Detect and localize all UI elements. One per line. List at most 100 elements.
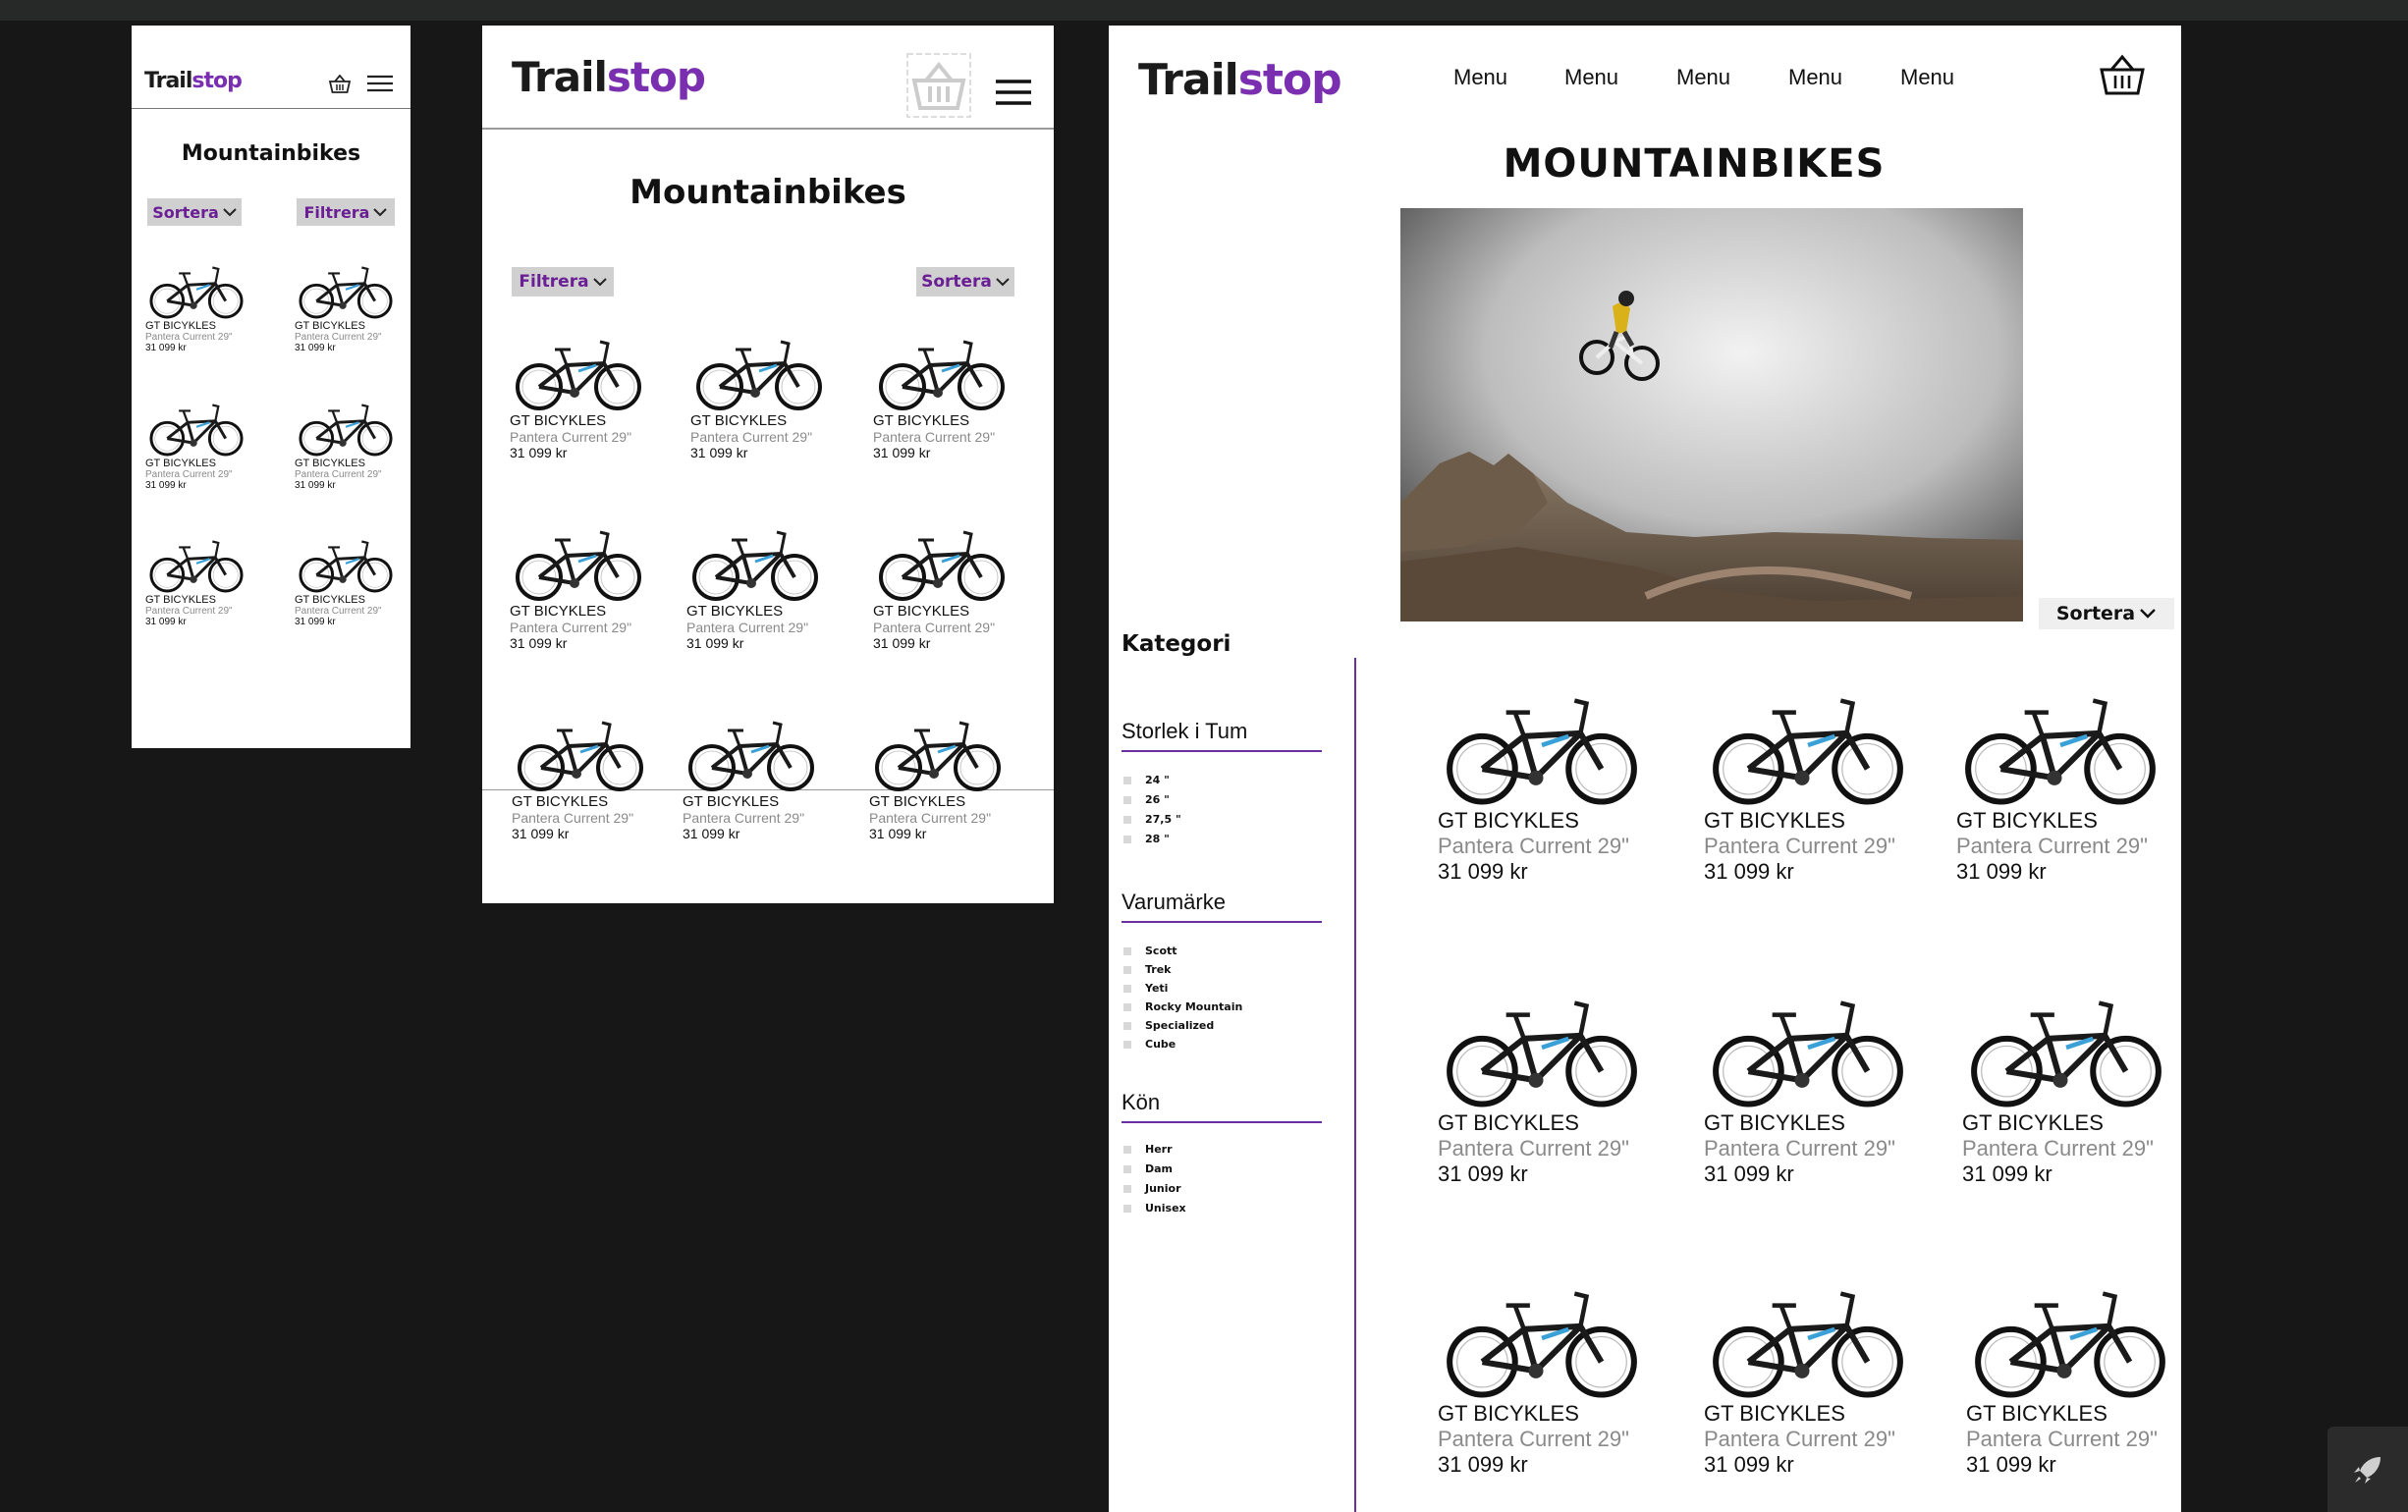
checkbox[interactable]	[1123, 1040, 1131, 1049]
logo[interactable]: Trailstop	[512, 53, 706, 101]
filter-option[interactable]: Yeti	[1123, 982, 1168, 995]
nav-menu-5[interactable]: Menu	[1900, 65, 1954, 90]
sort-button[interactable]: Sortera	[2039, 598, 2174, 629]
product-model: Pantera Current 29"	[869, 810, 992, 826]
product-card[interactable]: GT BICYKLES Pantera Current 29" 31 099 kr	[145, 537, 247, 627]
filter-label: Filtrera	[303, 202, 370, 222]
bike-image	[1447, 1291, 1637, 1398]
product-brand: GT BICYKLES	[145, 320, 216, 332]
product-card[interactable]: GT BICYKLES Pantera Current 29" 31 099 kr	[1438, 691, 1646, 885]
checkbox[interactable]	[1123, 1021, 1131, 1030]
filter-option[interactable]: 27,5 "	[1123, 813, 1181, 826]
sort-label: Sortera	[2055, 603, 2136, 624]
product-card[interactable]: GT BICYKLES Pantera Current 29" 31 099 kr	[690, 336, 828, 460]
filter-option[interactable]: Rocky Mountain	[1123, 1000, 1242, 1013]
rocket-button[interactable]	[2327, 1427, 2408, 1512]
product-card[interactable]: GT BICYKLES Pantera Current 29" 31 099 kr	[873, 526, 1011, 651]
product-price: 31 099 kr	[295, 480, 336, 491]
product-model: Pantera Current 29"	[1962, 1136, 2154, 1161]
product-card[interactable]: GT BICYKLES Pantera Current 29" 31 099 kr	[1438, 994, 1646, 1187]
filter-option[interactable]: Scott	[1123, 945, 1177, 957]
basket-icon[interactable]	[328, 73, 352, 99]
product-card[interactable]: GT BICYKLES Pantera Current 29" 31 099 kr	[686, 526, 824, 651]
product-brand: GT BICYKLES	[1438, 1110, 1579, 1135]
hamburger-icon[interactable]	[367, 75, 393, 97]
checkbox[interactable]	[1123, 1145, 1131, 1154]
checkbox[interactable]	[1123, 1002, 1131, 1011]
product-brand: GT BICYKLES	[145, 594, 216, 606]
filter-option[interactable]: Herr	[1123, 1143, 1173, 1156]
checkbox[interactable]	[1123, 965, 1131, 974]
filter-section-title: Varumärke	[1122, 890, 1226, 914]
product-card[interactable]: GT BICYKLES Pantera Current 29" 31 099 kr	[869, 717, 1007, 841]
filter-option[interactable]: Dam	[1123, 1162, 1173, 1175]
filter-option-label: Herr	[1145, 1143, 1173, 1156]
basket-icon[interactable]	[2099, 53, 2146, 101]
product-card[interactable]: GT BICYKLES Pantera Current 29" 31 099 kr	[1956, 691, 2164, 885]
product-card[interactable]: GT BICYKLES Pantera Current 29" 31 099 kr	[295, 537, 397, 627]
filter-option[interactable]: Specialized	[1123, 1019, 1214, 1032]
sort-label: Sortera	[152, 202, 219, 222]
product-model: Pantera Current 29"	[690, 429, 813, 445]
section-underline	[1122, 750, 1322, 752]
logo[interactable]: Trailstop	[144, 69, 243, 93]
product-model: Pantera Current 29"	[145, 332, 233, 343]
product-card[interactable]: GT BICYKLES Pantera Current 29" 31 099 kr	[145, 263, 247, 353]
checkbox[interactable]	[1123, 1184, 1131, 1193]
filter-option[interactable]: 24 "	[1123, 774, 1170, 786]
nav-menu-1[interactable]: Menu	[1453, 65, 1507, 90]
bike-image	[516, 530, 641, 601]
product-card[interactable]: GT BICYKLES Pantera Current 29" 31 099 kr	[1966, 1284, 2174, 1478]
product-price: 31 099 kr	[1962, 1161, 2052, 1186]
checkbox[interactable]	[1123, 1164, 1131, 1173]
sort-button[interactable]: Sortera	[147, 198, 242, 226]
filter-option[interactable]: Unisex	[1123, 1202, 1186, 1215]
product-price: 31 099 kr	[873, 635, 931, 651]
filter-option[interactable]: 28 "	[1123, 833, 1170, 845]
bike-image	[299, 404, 393, 457]
filter-option[interactable]: Trek	[1123, 963, 1172, 976]
product-card[interactable]: GT BICYKLES Pantera Current 29" 31 099 kr	[510, 526, 647, 651]
product-card[interactable]: GT BICYKLES Pantera Current 29" 31 099 kr	[1704, 994, 1912, 1187]
chevron-down-icon	[2140, 609, 2156, 619]
filter-option-label: Dam	[1145, 1162, 1174, 1175]
product-model: Pantera Current 29"	[873, 620, 996, 635]
nav-menu-3[interactable]: Menu	[1676, 65, 1730, 90]
product-card[interactable]: GT BICYKLES Pantera Current 29" 31 099 kr	[683, 717, 820, 841]
checkbox[interactable]	[1123, 1204, 1131, 1213]
filter-option[interactable]: Junior	[1123, 1182, 1181, 1195]
product-model: Pantera Current 29"	[145, 469, 233, 480]
product-model: Pantera Current 29"	[1438, 1136, 1629, 1161]
product-card[interactable]: GT BICYKLES Pantera Current 29" 31 099 kr	[510, 336, 647, 460]
product-price: 31 099 kr	[1438, 859, 1528, 884]
product-card[interactable]: GT BICYKLES Pantera Current 29" 31 099 kr	[1704, 691, 1912, 885]
product-card[interactable]: GT BICYKLES Pantera Current 29" 31 099 kr	[1438, 1284, 1646, 1478]
product-price: 31 099 kr	[1704, 1452, 1794, 1477]
checkbox[interactable]	[1123, 776, 1131, 784]
product-card[interactable]: GT BICYKLES Pantera Current 29" 31 099 kr	[512, 717, 649, 841]
checkbox[interactable]	[1123, 835, 1131, 843]
hamburger-icon[interactable]	[996, 79, 1031, 111]
checkbox[interactable]	[1123, 795, 1131, 804]
app-top-bar	[0, 0, 2408, 21]
product-card[interactable]: GT BICYKLES Pantera Current 29" 31 099 kr	[295, 263, 397, 353]
nav-menu-2[interactable]: Menu	[1564, 65, 1618, 90]
filter-button[interactable]: Filtrera	[297, 198, 395, 226]
logo[interactable]: Trailstop	[1138, 55, 1342, 105]
filter-option[interactable]: 26 "	[1123, 793, 1170, 806]
product-card[interactable]: GT BICYKLES Pantera Current 29" 31 099 kr	[1962, 994, 2170, 1187]
product-card[interactable]: GT BICYKLES Pantera Current 29" 31 099 kr	[295, 401, 397, 491]
filter-option[interactable]: Cube	[1123, 1038, 1176, 1051]
checkbox[interactable]	[1123, 946, 1131, 955]
product-price: 31 099 kr	[683, 826, 740, 841]
product-price: 31 099 kr	[1704, 1161, 1794, 1186]
checkbox[interactable]	[1123, 984, 1131, 993]
product-card[interactable]: GT BICYKLES Pantera Current 29" 31 099 kr	[145, 401, 247, 491]
product-card[interactable]: GT BICYKLES Pantera Current 29" 31 099 kr	[873, 336, 1011, 460]
filter-button[interactable]: Filtrera	[512, 267, 614, 297]
nav-menu-4[interactable]: Menu	[1788, 65, 1842, 90]
sort-button[interactable]: Sortera	[916, 267, 1014, 297]
checkbox[interactable]	[1123, 815, 1131, 824]
product-card[interactable]: GT BICYKLES Pantera Current 29" 31 099 kr	[1704, 1284, 1912, 1478]
basket-icon[interactable]	[906, 53, 971, 123]
